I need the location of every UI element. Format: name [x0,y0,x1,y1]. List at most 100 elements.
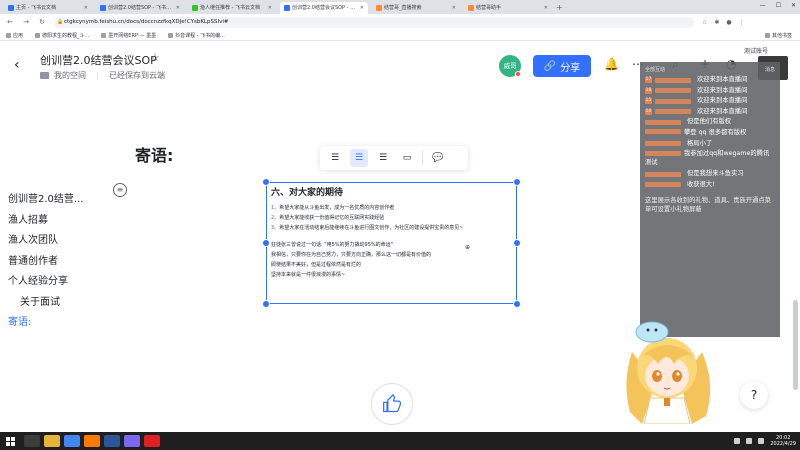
new-tab-icon[interactable]: + [556,2,563,14]
bookmark-item[interactable]: 德阳求生的教程_斗... [35,32,89,39]
like-button[interactable] [371,383,413,425]
resize-handle-br[interactable] [513,300,521,308]
chat-header: 全部互动 消息 [645,66,775,73]
chat-username[interactable] [645,182,681,188]
browser-tab-2[interactable]: 创训营2.0结营SOP - 飞书云文档 ✕ [96,2,184,14]
resize-handle-tr[interactable] [513,178,521,186]
resize-handle-tl[interactable] [262,178,270,186]
chat-username[interactable] [645,150,681,156]
taskbar-app-douyu[interactable] [84,435,100,447]
taskbar-app-explorer[interactable] [44,435,60,447]
input-method-icon[interactable] [758,438,765,444]
tab-close-icon[interactable]: ✕ [176,2,180,14]
chat-username[interactable] [645,129,681,134]
fan-level-badge: 16 [645,108,652,115]
chat-message: 但是他们有版权 [645,117,775,128]
browser-tab-4[interactable]: 创训营2.0结营会议SOP - 飞书云文档 ✕ [280,2,368,14]
toc-item[interactable]: 关于面试 [8,293,83,314]
start-button[interactable] [0,432,20,450]
image-layout-icon[interactable]: ▭ [398,149,416,167]
chat-username[interactable] [655,77,691,83]
browser-tab-6[interactable]: 结营哥助手 ✕ [464,2,552,14]
chat-username[interactable] [655,88,691,94]
chat-username[interactable] [645,141,681,147]
extension-icon[interactable]: ✱ [714,19,719,26]
resize-handle-mr[interactable] [513,239,521,247]
taskbar-app-obs[interactable] [124,435,140,447]
help-button[interactable]: ? [740,381,768,409]
toc-item[interactable]: 渔人次团队 [8,231,83,252]
fan-level-badge: 18 [645,87,652,94]
forward-arrow-icon[interactable]: → [22,18,30,26]
tab-close-icon[interactable]: ✕ [544,2,548,14]
tab-close-icon[interactable]: ✕ [360,2,364,14]
link-icon: 🔗 [543,60,557,72]
tab-close-icon[interactable]: ✕ [268,2,272,14]
avatar[interactable]: 威哥 [499,55,521,77]
toc-toggle-icon[interactable]: ≡ [113,183,127,197]
profile-icon[interactable]: ● [726,19,731,26]
image-heading: 六、对大家的期待 [271,188,344,198]
taskbar-app-search[interactable] [24,435,40,447]
tab-favicon-icon [192,5,198,11]
chat-tab-messages[interactable]: 消息 [765,66,775,73]
chat-username[interactable] [645,119,681,125]
network-icon[interactable] [734,438,741,444]
resize-handle-ml[interactable] [262,239,270,247]
chat-text: 欢迎来到本直播间 [697,76,748,83]
chat-tab-all[interactable]: 全部互动 [645,66,665,73]
bookmark-item[interactable]: 应用 [6,32,23,39]
tab-close-icon[interactable]: ✕ [84,2,88,14]
tab-favicon-icon [8,5,14,11]
bookmark-star-icon[interactable]: ☆ [702,19,707,26]
toc-item[interactable]: 普通创作者 [8,252,83,273]
favorite-star-icon[interactable]: ☆ [150,51,160,64]
close-window-icon[interactable]: ✕ [791,2,796,9]
system-clock[interactable]: 20:02 2022/4/29 [770,435,796,447]
volume-icon[interactable] [746,438,753,444]
toc-item[interactable]: 创训营2.0结营... [8,190,83,211]
tab-label: 主页 - 飞书云文档 [16,5,56,11]
chat-username[interactable] [655,109,691,115]
doc-title[interactable]: 创训营2.0结营会议SOP [40,52,157,68]
fan-level-badge: 15 [645,98,652,105]
toc-item[interactable]: 渔人招募 [8,211,83,232]
menu-dots-icon[interactable]: ⋮ [739,19,745,26]
align-center-icon[interactable]: ☰ [350,149,368,167]
minimize-icon[interactable]: — [760,2,766,9]
scrollbar[interactable] [793,300,798,390]
share-button[interactable]: 🔗 分享 [533,55,591,77]
taskbar-app-netease[interactable] [144,435,160,447]
toc-item[interactable]: 寄语: [8,313,83,334]
bookmark-other[interactable]: 其他书签 [764,32,792,39]
chat-message: 格局小了 [645,139,775,150]
align-right-icon[interactable]: ☰ [374,149,392,167]
tab-favicon-icon [284,5,290,11]
selected-image[interactable]: 六、对大家的期待 1、希望大家能从斗鱼出发，成为一名优质的内容创作者 2、希望大家… [262,178,521,308]
browser-tab-5[interactable]: 结营哥_直播搜索 ✕ [372,2,460,14]
bookmark-favicon-icon [168,32,174,38]
doc-location[interactable]: 我的空间 [54,70,86,81]
comment-icon[interactable]: 💬 [429,149,447,167]
back-arrow-icon[interactable]: ← [6,18,14,26]
resize-handle-bl[interactable] [262,300,270,308]
browser-tab-3[interactable]: 渔人继任推荐 - 飞书云文档 ✕ [188,2,276,14]
maximize-icon[interactable]: ☐ [776,2,781,9]
browser-tab-1[interactable]: 主页 - 飞书云文档 ✕ [4,2,92,14]
bookmark-item[interactable]: 墨开网络ERP — 墨墨 [101,32,156,39]
tab-close-icon[interactable]: ✕ [452,2,456,14]
bookmark-item[interactable]: 抖音课程 - 飞书的编... [168,32,225,39]
url-input[interactable]: 🔒 ctgkcynymb.feishu.cn/docs/doccnzzfkqXD… [54,16,694,28]
chat-username[interactable] [645,171,681,177]
toc-item[interactable]: 个人经验分享 [8,272,83,293]
tab-label: 结营哥助手 [476,5,502,11]
reload-icon[interactable]: ↻ [38,18,46,26]
chat-username[interactable] [655,98,691,104]
tab-label: 渔人继任推荐 - 飞书云文档 [200,5,260,11]
align-left-icon[interactable]: ☰ [326,149,344,167]
chat-text: 欢迎来到本直播间 [697,97,748,104]
taskbar-app-chrome[interactable] [64,435,80,447]
bell-icon[interactable]: 🔔 [604,57,619,71]
taskbar-app-word[interactable] [104,435,120,447]
back-icon[interactable]: ‹ [14,57,20,73]
